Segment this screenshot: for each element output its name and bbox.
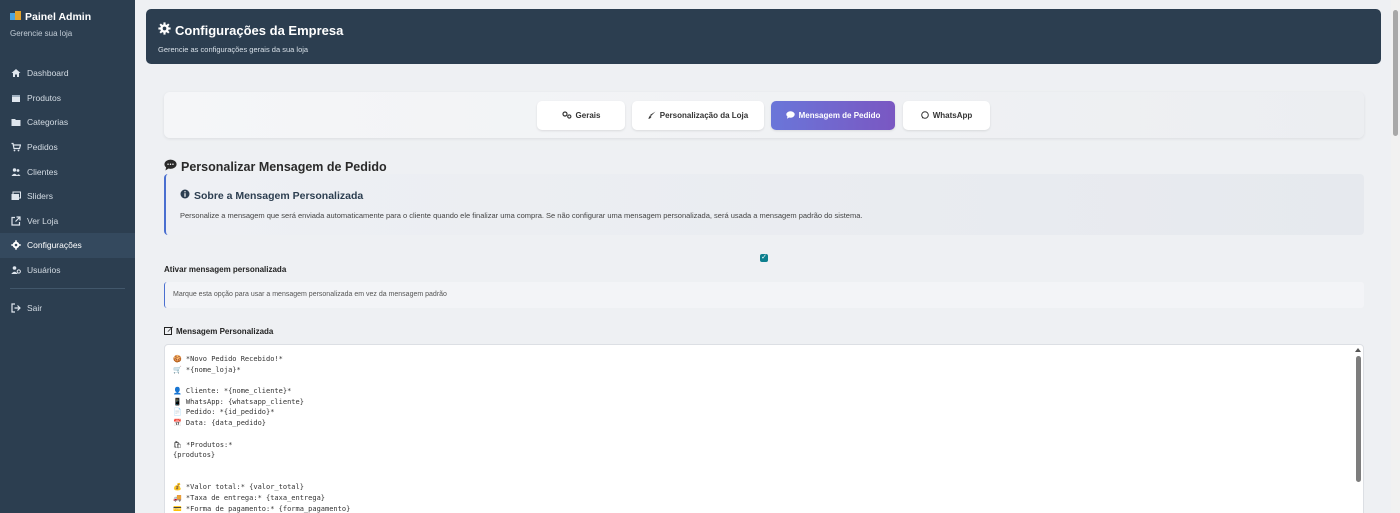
- message-line: 🛍 *Produtos:*: [173, 440, 233, 449]
- sidebar-item-clientes[interactable]: Clientes: [0, 159, 135, 184]
- sidebar-item-label: Usuários: [27, 265, 61, 276]
- sidebar-item-ver-loja[interactable]: Ver Loja: [0, 209, 135, 234]
- sidebar-item-label: Configurações: [27, 240, 82, 251]
- logout-icon: [11, 303, 21, 313]
- textarea-scrollbar[interactable]: [1355, 348, 1361, 513]
- message-line: 💳 *Forma de pagamento:* {forma_pagamento…: [173, 504, 351, 513]
- sidebar-item-label: Sliders: [27, 191, 53, 202]
- brand-subtitle: Gerencie sua loja: [10, 29, 73, 38]
- sidebar-item-dashboard[interactable]: Dashboard: [0, 61, 135, 86]
- brand-title-text: Painel Admin: [25, 10, 92, 23]
- page-scrollbar[interactable]: [1391, 0, 1400, 513]
- brand: Painel Admin Gerencie sua loja: [0, 0, 135, 38]
- tab-label: WhatsApp: [932, 111, 973, 120]
- message-line: {produtos}: [173, 451, 216, 460]
- message-line: [173, 375, 1355, 386]
- tab-personalizacao[interactable]: Personalização da Loja: [632, 101, 764, 130]
- hint-box: Marque esta opção para usar a mensagem p…: [164, 282, 1364, 308]
- enable-custom-message-label: Ativar mensagem personalizada: [164, 265, 287, 274]
- textarea-scroll-thumb[interactable]: [1355, 356, 1361, 482]
- store-icon: [10, 10, 21, 23]
- section-title-text: Personalizar Mensagem de Pedido: [181, 159, 387, 174]
- sidebar-divider: [10, 288, 125, 290]
- tab-label: Gerais: [575, 111, 601, 120]
- custom-message-textarea[interactable]: 🍪 *Novo Pedido Recebido!* 🛒 *{nome_loja}…: [164, 344, 1364, 513]
- scroll-up-arrow-icon[interactable]: [1355, 348, 1361, 352]
- info-box: Sobre a Mensagem Personalizada Personali…: [164, 174, 1364, 235]
- page-subtitle: Gerencie as configurações gerais da sua …: [158, 45, 309, 54]
- sidebar-item-sair[interactable]: Sair: [0, 295, 135, 320]
- comment-icon: [785, 110, 795, 121]
- info-title-text: Sobre a Mensagem Personalizada: [194, 189, 364, 202]
- sidebar-item-pedidos[interactable]: Pedidos: [0, 135, 135, 160]
- sidebar-item-label: Clientes: [27, 166, 58, 177]
- gears-icon: [561, 110, 572, 121]
- gear-icon: [158, 22, 171, 38]
- sidebar-item-usuarios[interactable]: Usuários: [0, 258, 135, 283]
- users-icon: [11, 167, 21, 177]
- user-cog-icon: [11, 265, 21, 275]
- enable-custom-message-checkbox[interactable]: ✓: [760, 254, 768, 262]
- tab-label: Personalização da Loja: [659, 111, 749, 120]
- sidebar-item-label: Produtos: [27, 92, 62, 103]
- message-line: 👤 Cliente: *{nome_cliente}*: [173, 387, 292, 396]
- page-header: Configurações da Empresa Gerencie as con…: [146, 9, 1381, 64]
- brush-icon: [648, 111, 656, 121]
- tab-gerais[interactable]: Gerais: [537, 101, 625, 130]
- whatsapp-icon: [920, 110, 929, 121]
- message-label-text: Mensagem Personalizada: [176, 327, 274, 336]
- sidebar-nav: Dashboard Produtos Categorias Pedidos Cl…: [0, 61, 135, 320]
- cart-icon: [11, 142, 22, 152]
- message-line: 🛒 *{nome_loja}*: [173, 365, 241, 374]
- brand-title: Painel Admin: [10, 10, 125, 23]
- page-scroll-thumb[interactable]: [1393, 10, 1398, 136]
- sidebar-item-sliders[interactable]: Sliders: [0, 184, 135, 209]
- edit-icon: [164, 326, 173, 337]
- sidebar-item-produtos[interactable]: Produtos: [0, 86, 135, 111]
- images-icon: [11, 191, 21, 201]
- message-line: 📅 Data: {data_pedido}: [173, 419, 267, 428]
- sidebar-item-label: Sair: [27, 302, 43, 313]
- comment-icon: [164, 159, 177, 174]
- message-line: 📄 Pedido: *{id_pedido}*: [173, 408, 275, 417]
- message-label: Mensagem Personalizada: [164, 326, 273, 337]
- tab-mensagem-pedido[interactable]: Mensagem de Pedido: [771, 101, 895, 130]
- message-line: 📱 WhatsApp: {whatsapp_cliente}: [173, 397, 304, 406]
- sidebar-item-label: Dashboard: [27, 68, 69, 79]
- page-title-text: Configurações da Empresa: [175, 22, 344, 38]
- sidebar-item-configuracoes[interactable]: Configurações: [0, 233, 135, 258]
- folder-icon: [11, 117, 21, 127]
- info-text: Personalize a mensagem que será enviada …: [180, 211, 863, 220]
- external-link-icon: [11, 216, 21, 226]
- settings-tabs: Gerais Personalização da Loja Mensagem d…: [164, 92, 1364, 138]
- tab-label: Mensagem de Pedido: [798, 111, 881, 120]
- section-title: Personalizar Mensagem de Pedido: [164, 159, 387, 174]
- message-line: 🍪 *Novo Pedido Recebido!*: [173, 355, 283, 363]
- sidebar-item-label: Ver Loja: [27, 215, 59, 226]
- sidebar: Painel Admin Gerencie sua loja Dashboard…: [0, 0, 135, 513]
- home-icon: [11, 68, 21, 78]
- page-title: Configurações da Empresa: [158, 22, 1369, 38]
- sidebar-item-label: Pedidos: [27, 142, 58, 153]
- message-line: [173, 429, 1355, 440]
- sidebar-item-label: Categorias: [27, 117, 69, 128]
- sidebar-item-categorias[interactable]: Categorias: [0, 110, 135, 135]
- tab-whatsapp[interactable]: WhatsApp: [903, 101, 990, 130]
- message-line: 💰 *Valor total:* {valor_total}: [173, 483, 304, 492]
- message-line: [173, 461, 1355, 472]
- info-icon: [180, 189, 190, 202]
- message-line: 🚚 *Taxa de entrega:* {taxa_entrega}: [173, 493, 326, 502]
- message-line: [173, 472, 1355, 483]
- info-title: Sobre a Mensagem Personalizada: [180, 189, 1350, 202]
- box-icon: [11, 93, 21, 103]
- gear-icon: [11, 240, 21, 251]
